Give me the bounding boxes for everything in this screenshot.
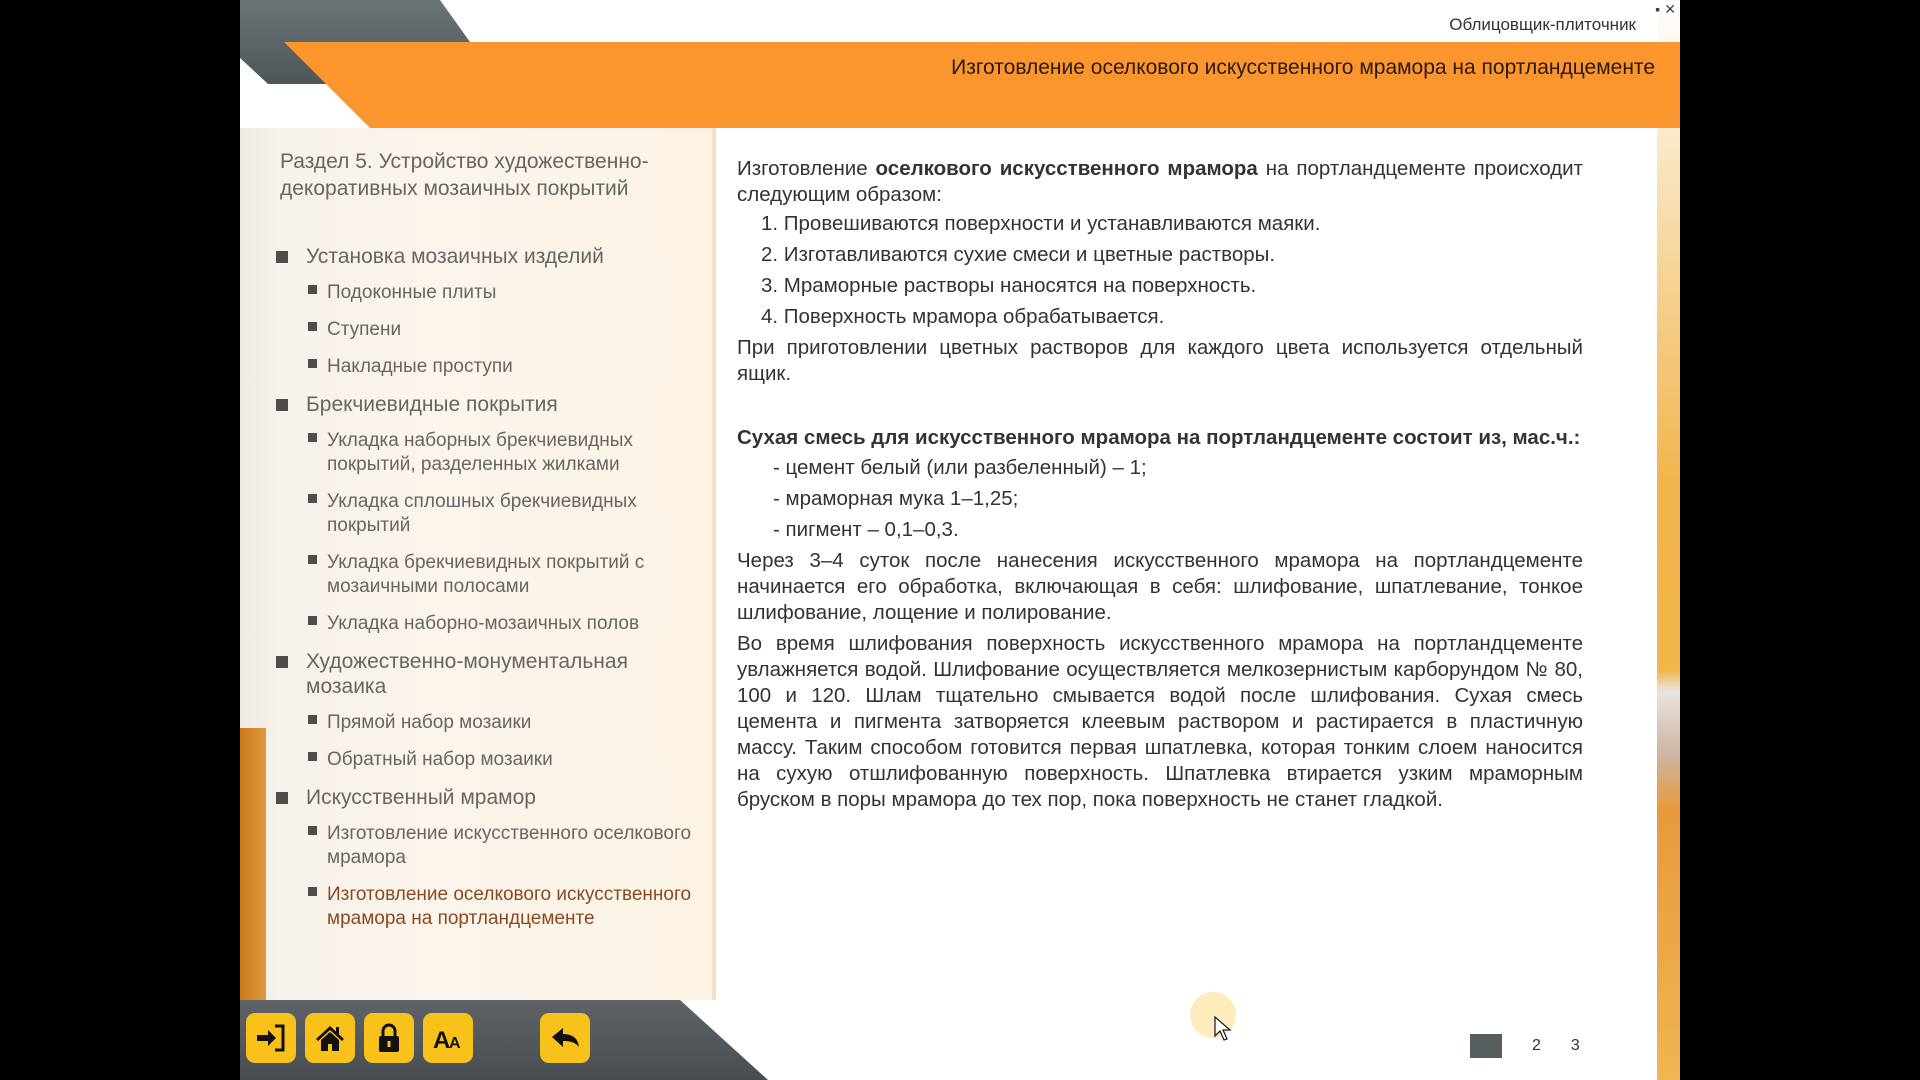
sidebar-item[interactable]: Изготовление искусственного оселкового м… (276, 822, 696, 870)
header-band (284, 42, 1680, 128)
steps-list: 1. Провешиваются поверхности и устанавли… (737, 211, 1583, 330)
sidebar-item-label: Установка мозаичных изделий (306, 245, 604, 268)
sidebar-item-label: Ступени (327, 319, 402, 340)
bullet-icon (276, 251, 288, 263)
sidebar-item-label: Изготовление искусственного оселкового м… (327, 823, 692, 868)
app-name: Облицовщик-плиточник (1449, 15, 1636, 34)
list-item: - мраморная мука 1–1,25; (773, 487, 1019, 510)
svg-text:A: A (433, 1027, 450, 1054)
sidebar-item[interactable]: Ступени (276, 318, 696, 342)
bullet-icon (308, 322, 317, 331)
sidebar-item-label: Укладка наборных брекчиевидных покрытий,… (327, 430, 633, 475)
sidebar-item-label: Искусственный мрамор (306, 786, 536, 809)
page-2[interactable]: 2 (1532, 1037, 1541, 1055)
pagination: 2 3 (1470, 1034, 1580, 1058)
decorative-strip (1657, 0, 1680, 1080)
sidebar-item-label: Укладка наборно-мозаичных полов (327, 613, 640, 634)
sidebar-item-label: Изготовление оселкового искусственного м… (327, 884, 692, 929)
section-title: Раздел 5. Устройство художественно-декор… (280, 150, 649, 200)
sidebar-item-label: Укладка сплошных брекчиевидных покрытий (327, 491, 637, 536)
minimize-icon[interactable]: ▪ (1655, 1, 1660, 18)
list-item: 1. Провешиваются поверхности и устанавли… (761, 212, 1321, 235)
page-title: Изготовление оселкового искусственного м… (951, 56, 1655, 79)
sidebar-item[interactable]: Укладка наборных брекчиевидных покрытий,… (276, 429, 696, 477)
lock-button[interactable] (364, 1013, 414, 1063)
grinding-paragraph: Во время шлифования поверхность искусств… (737, 632, 1583, 811)
intro-paragraph: Изготовление оселкового искусственного м… (737, 157, 1584, 206)
page-current[interactable] (1470, 1034, 1502, 1058)
bullet-icon (308, 433, 317, 442)
bullet-icon (308, 715, 317, 724)
bullet-icon (308, 616, 317, 625)
bullet-icon (276, 792, 288, 804)
sidebar-item-label: Подоконные плиты (327, 282, 497, 303)
bullet-icon (276, 656, 288, 668)
sidebar-item[interactable]: Подоконные плиты (276, 281, 696, 305)
lock-icon (379, 1023, 399, 1052)
bullet-icon (308, 826, 317, 835)
app-window: Изготовление оселкового искусственного м… (240, 0, 1680, 1080)
bottom-toolbar: A A (240, 1000, 768, 1080)
article: Изготовление оселкового искусственного м… (737, 156, 1583, 813)
sidebar-item[interactable]: Укладка наборно-мозаичных полов (276, 612, 696, 636)
back-button[interactable] (540, 1013, 590, 1063)
sidebar: Раздел 5. Устройство художественно-декор… (240, 128, 716, 1000)
bullet-icon (308, 752, 317, 761)
exit-button[interactable] (246, 1013, 296, 1063)
list-item: 4. Поверхность мрамора обрабатывается. (761, 305, 1165, 328)
bullet-icon (308, 887, 317, 896)
mix-list: - цемент белый (или разбеленный) – 1; - … (737, 455, 1583, 543)
sidebar-item-label: Обратный набор мозаики (327, 749, 553, 770)
sidebar-item-label: Накладные проступи (327, 356, 513, 377)
sidebar-item[interactable]: Искусственный мрамор (276, 785, 696, 810)
list-item: - цемент белый (или разбеленный) – 1; (773, 456, 1147, 479)
close-icon[interactable]: ✕ (1664, 1, 1676, 18)
svg-text:A: A (449, 1035, 461, 1052)
sidebar-item[interactable]: Художественно-монументальная мозаика (276, 649, 696, 699)
list-item: - пигмент – 0,1–0,3. (773, 518, 959, 541)
list-item: 3. Мраморные растворы наносятся на повер… (761, 274, 1257, 297)
processing-paragraph: Через 3–4 суток после нанесения искусств… (737, 549, 1583, 624)
mouse-cursor (1190, 992, 1236, 1041)
sidebar-item[interactable]: Накладные проступи (276, 355, 696, 379)
sign-in-icon (257, 1024, 285, 1052)
sidebar-item[interactable]: Установка мозаичных изделий (276, 244, 696, 269)
colors-paragraph: При приготовлении цветных растворов для … (737, 336, 1583, 385)
home-button[interactable] (305, 1013, 355, 1063)
bullet-icon (276, 399, 288, 411)
bullet-icon (308, 555, 317, 564)
sidebar-item[interactable]: Укладка сплошных брекчиевидных покрытий (276, 490, 696, 538)
bullet-icon (308, 494, 317, 503)
home-icon (316, 1026, 344, 1051)
list-item: 2. Изготавливаются сухие смеси и цветные… (761, 243, 1276, 266)
table-of-contents: Установка мозаичных изделий Подоконные пл… (276, 244, 696, 944)
sidebar-decoration (240, 728, 266, 1000)
bullet-icon (308, 285, 317, 294)
sidebar-item-label: Брекчиевидные покрытия (306, 393, 558, 416)
reply-arrow-icon (552, 1028, 579, 1047)
sidebar-item[interactable]: Изготовление оселкового искусственного м… (276, 883, 696, 931)
sidebar-item[interactable]: Прямой набор мозаики (276, 711, 696, 735)
window-controls: ▪ ✕ (1655, 1, 1676, 18)
bullet-icon (308, 359, 317, 368)
sidebar-item-label: Художественно-монументальная мозаика (306, 650, 628, 698)
font-size-icon: A A (433, 1027, 461, 1054)
mix-heading: Сухая смесь для искусственного мрамора н… (737, 426, 1581, 449)
pointer-icon (1214, 1016, 1232, 1041)
sidebar-item-label: Укладка брекчиевидных покрытий с мозаичн… (327, 552, 645, 597)
sidebar-item[interactable]: Брекчиевидные покрытия (276, 392, 696, 417)
sidebar-item[interactable]: Укладка брекчиевидных покрытий с мозаичн… (276, 551, 696, 599)
font-size-button[interactable]: A A (423, 1013, 473, 1063)
sidebar-item[interactable]: Обратный набор мозаики (276, 748, 696, 772)
sidebar-item-label: Прямой набор мозаики (327, 712, 532, 733)
page-3[interactable]: 3 (1571, 1037, 1580, 1055)
